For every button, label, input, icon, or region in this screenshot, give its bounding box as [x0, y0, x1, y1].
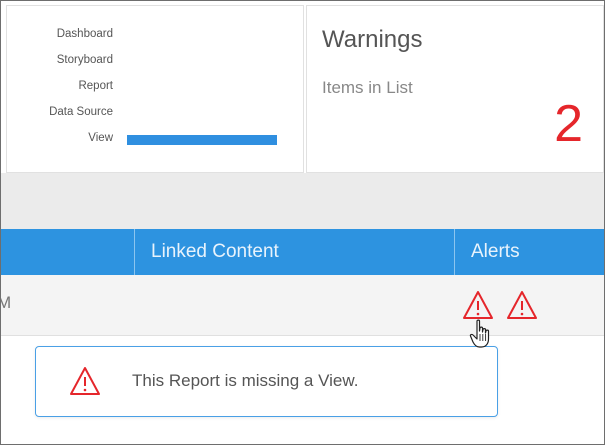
row-truncated-text: M [1, 293, 11, 313]
chart-labels: Dashboard Storyboard Report Data Source … [49, 26, 113, 156]
toolbar-band [1, 173, 604, 229]
warning-icon[interactable] [505, 289, 539, 321]
chart-label-report: Report [78, 80, 113, 92]
column-header-linked-content[interactable]: Linked Content [151, 229, 279, 275]
hand-cursor-icon [469, 319, 490, 348]
warning-icon[interactable] [461, 289, 495, 321]
warnings-subtitle: Items in List [322, 78, 413, 97]
warning-icon [70, 367, 100, 395]
warnings-count: 2 [554, 95, 583, 153]
warnings-title: Warnings [322, 26, 423, 53]
column-divider [454, 229, 455, 275]
app-frame: Dashboard Storyboard Report Data Source … [0, 0, 605, 445]
chart-label-storyboard: Storyboard [56, 54, 113, 66]
chart-label-view: View [88, 132, 113, 144]
content-type-chart-panel: Dashboard Storyboard Report Data Source … [6, 5, 304, 173]
column-divider [134, 229, 135, 275]
alert-tooltip: This Report is missing a View. [35, 346, 498, 417]
chart-bar-report [127, 135, 277, 145]
table-row[interactable]: M [1, 275, 604, 336]
warnings-panel: Warnings Items in List 2 [306, 5, 604, 173]
chart-label-data-source: Data Source [49, 106, 113, 118]
chart-label-dashboard: Dashboard [56, 28, 113, 40]
tooltip-message: This Report is missing a View. [132, 371, 359, 390]
column-header-alerts[interactable]: Alerts [471, 229, 520, 275]
table-header: Linked Content Alerts [1, 229, 604, 275]
